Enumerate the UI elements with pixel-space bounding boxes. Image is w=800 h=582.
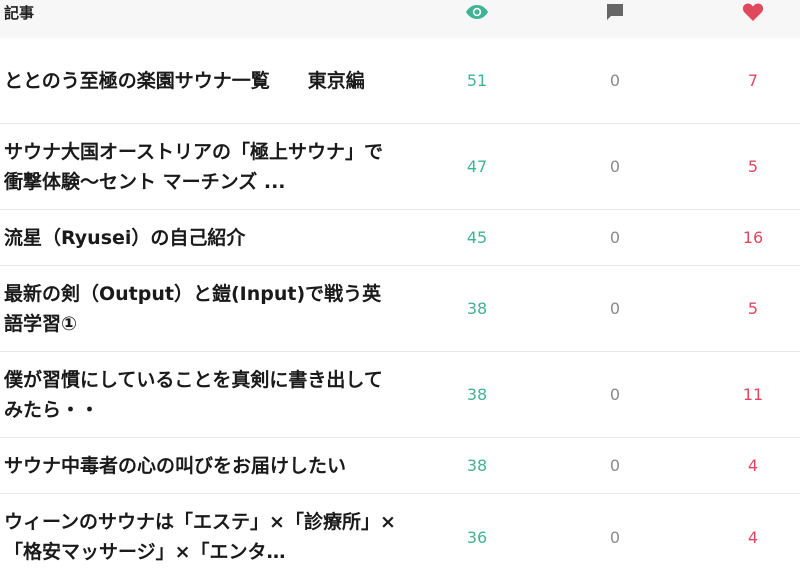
comments-count: 0: [609, 71, 621, 90]
article-title[interactable]: サウナ大国オーストリアの「極上サウナ」で衝撃体験～セント マーチンズ ...: [0, 137, 408, 197]
views-count: 38: [466, 385, 488, 404]
table-row[interactable]: ととのう至極の楽園サウナ一覧 東京編 51 0 7: [0, 38, 800, 124]
eye-icon: [465, 4, 489, 20]
likes-count: 4: [747, 527, 759, 547]
likes-count: 5: [747, 299, 759, 318]
article-title[interactable]: 流星（Ryusei）の自己紹介: [0, 223, 408, 253]
likes-count: 16: [742, 228, 764, 247]
likes-count: 5: [747, 157, 759, 176]
comments-count: 0: [609, 527, 621, 547]
comments-count: 0: [609, 228, 621, 247]
table-row[interactable]: ウィーンのサウナは「エステ」×「診療所」×「格安マッサージ」×「エンタ… 36 …: [0, 494, 800, 580]
comments-count: 0: [609, 157, 621, 176]
article-stats-table: 記事 ととのう至極の楽園サウナ一覧 東京編 51 0 7 サウナ大国オーストリア…: [0, 0, 800, 582]
article-title[interactable]: 僕が習慣にしていることを真剣に書き出してみたら・・: [0, 365, 408, 425]
article-title[interactable]: 最新の剣（Output）と鎧(Input)で戦う英語学習①: [0, 279, 408, 339]
article-column-header: 記事: [4, 3, 35, 22]
likes-count: 11: [742, 385, 764, 404]
likes-column-header: [684, 3, 800, 22]
article-title[interactable]: ウィーンのサウナは「エステ」×「診療所」×「格安マッサージ」×「エンタ…: [0, 507, 408, 567]
table-row[interactable]: 最新の剣（Output）と鎧(Input)で戦う英語学習① 38 0 5: [0, 266, 800, 352]
comment-icon: [605, 2, 625, 22]
comments-count: 0: [609, 299, 621, 318]
table-row[interactable]: 流星（Ryusei）の自己紹介 45 0 16: [0, 210, 800, 266]
heart-icon: [742, 2, 764, 22]
comments-column-header: [546, 4, 684, 22]
views-column-header: [408, 5, 546, 20]
likes-count: 7: [747, 71, 759, 90]
table-row[interactable]: 僕が習慣にしていることを真剣に書き出してみたら・・ 38 0 11: [0, 352, 800, 438]
views-count: 51: [466, 71, 488, 90]
table-row[interactable]: サウナ大国オーストリアの「極上サウナ」で衝撃体験～セント マーチンズ ... 4…: [0, 124, 800, 210]
table-header: 記事: [0, 0, 800, 38]
views-count: 36: [466, 527, 488, 547]
likes-count: 4: [747, 456, 759, 475]
comments-count: 0: [609, 385, 621, 404]
views-count: 47: [466, 157, 488, 176]
article-title[interactable]: サウナ中毒者の心の叫びをお届けしたい: [0, 451, 408, 481]
article-title[interactable]: ととのう至極の楽園サウナ一覧 東京編: [0, 66, 408, 96]
comments-count: 0: [609, 456, 621, 475]
views-count: 38: [466, 299, 488, 318]
views-count: 38: [466, 456, 488, 475]
views-count: 45: [466, 228, 488, 247]
table-row[interactable]: サウナ中毒者の心の叫びをお届けしたい 38 0 4: [0, 438, 800, 494]
